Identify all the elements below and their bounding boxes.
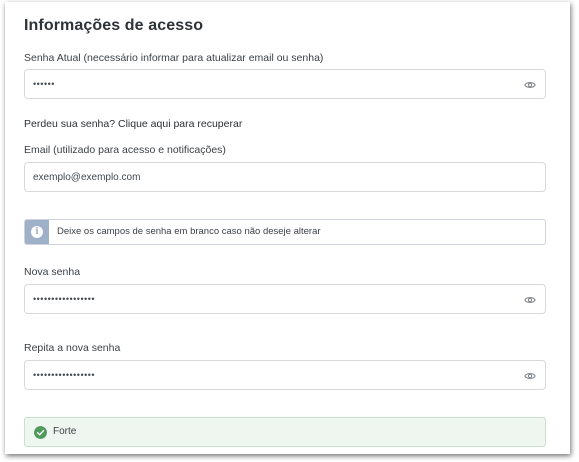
password-strength-text: Forte [53,426,77,437]
info-alert-text: Deixe os campos de senha em branco caso … [57,226,321,237]
section-title: Informações de acesso [24,17,204,34]
repeat-password-label: Repita a nova senha [24,342,121,354]
eye-icon[interactable] [524,294,536,306]
email-input[interactable] [33,163,513,191]
current-password-input[interactable] [33,70,513,98]
eye-icon[interactable] [524,370,536,382]
info-icon: i [31,226,43,238]
info-icon-box: i [25,220,49,244]
email-field[interactable] [24,162,546,192]
check-circle-icon [34,426,47,439]
repeat-password-input[interactable] [33,361,513,389]
access-info-window: Informações de acesso Senha Atual (neces… [5,2,570,454]
eye-icon[interactable] [524,79,536,91]
recover-password-link[interactable]: Perdeu sua senha? Clique aqui para recup… [24,118,242,130]
password-strength-alert: Forte [24,417,546,447]
access-info-panel: Informações de acesso Senha Atual (neces… [5,2,570,454]
new-password-label: Nova senha [24,266,81,278]
current-password-label: Senha Atual (necessário informar para at… [24,52,324,64]
new-password-field[interactable] [24,284,546,314]
current-password-field[interactable] [24,69,546,99]
info-alert: i Deixe os campos de senha em branco cas… [24,219,546,245]
new-password-input[interactable] [33,285,513,313]
email-label: Email (utilizado para acesso e notificaç… [24,144,226,156]
repeat-password-field[interactable] [24,360,546,390]
